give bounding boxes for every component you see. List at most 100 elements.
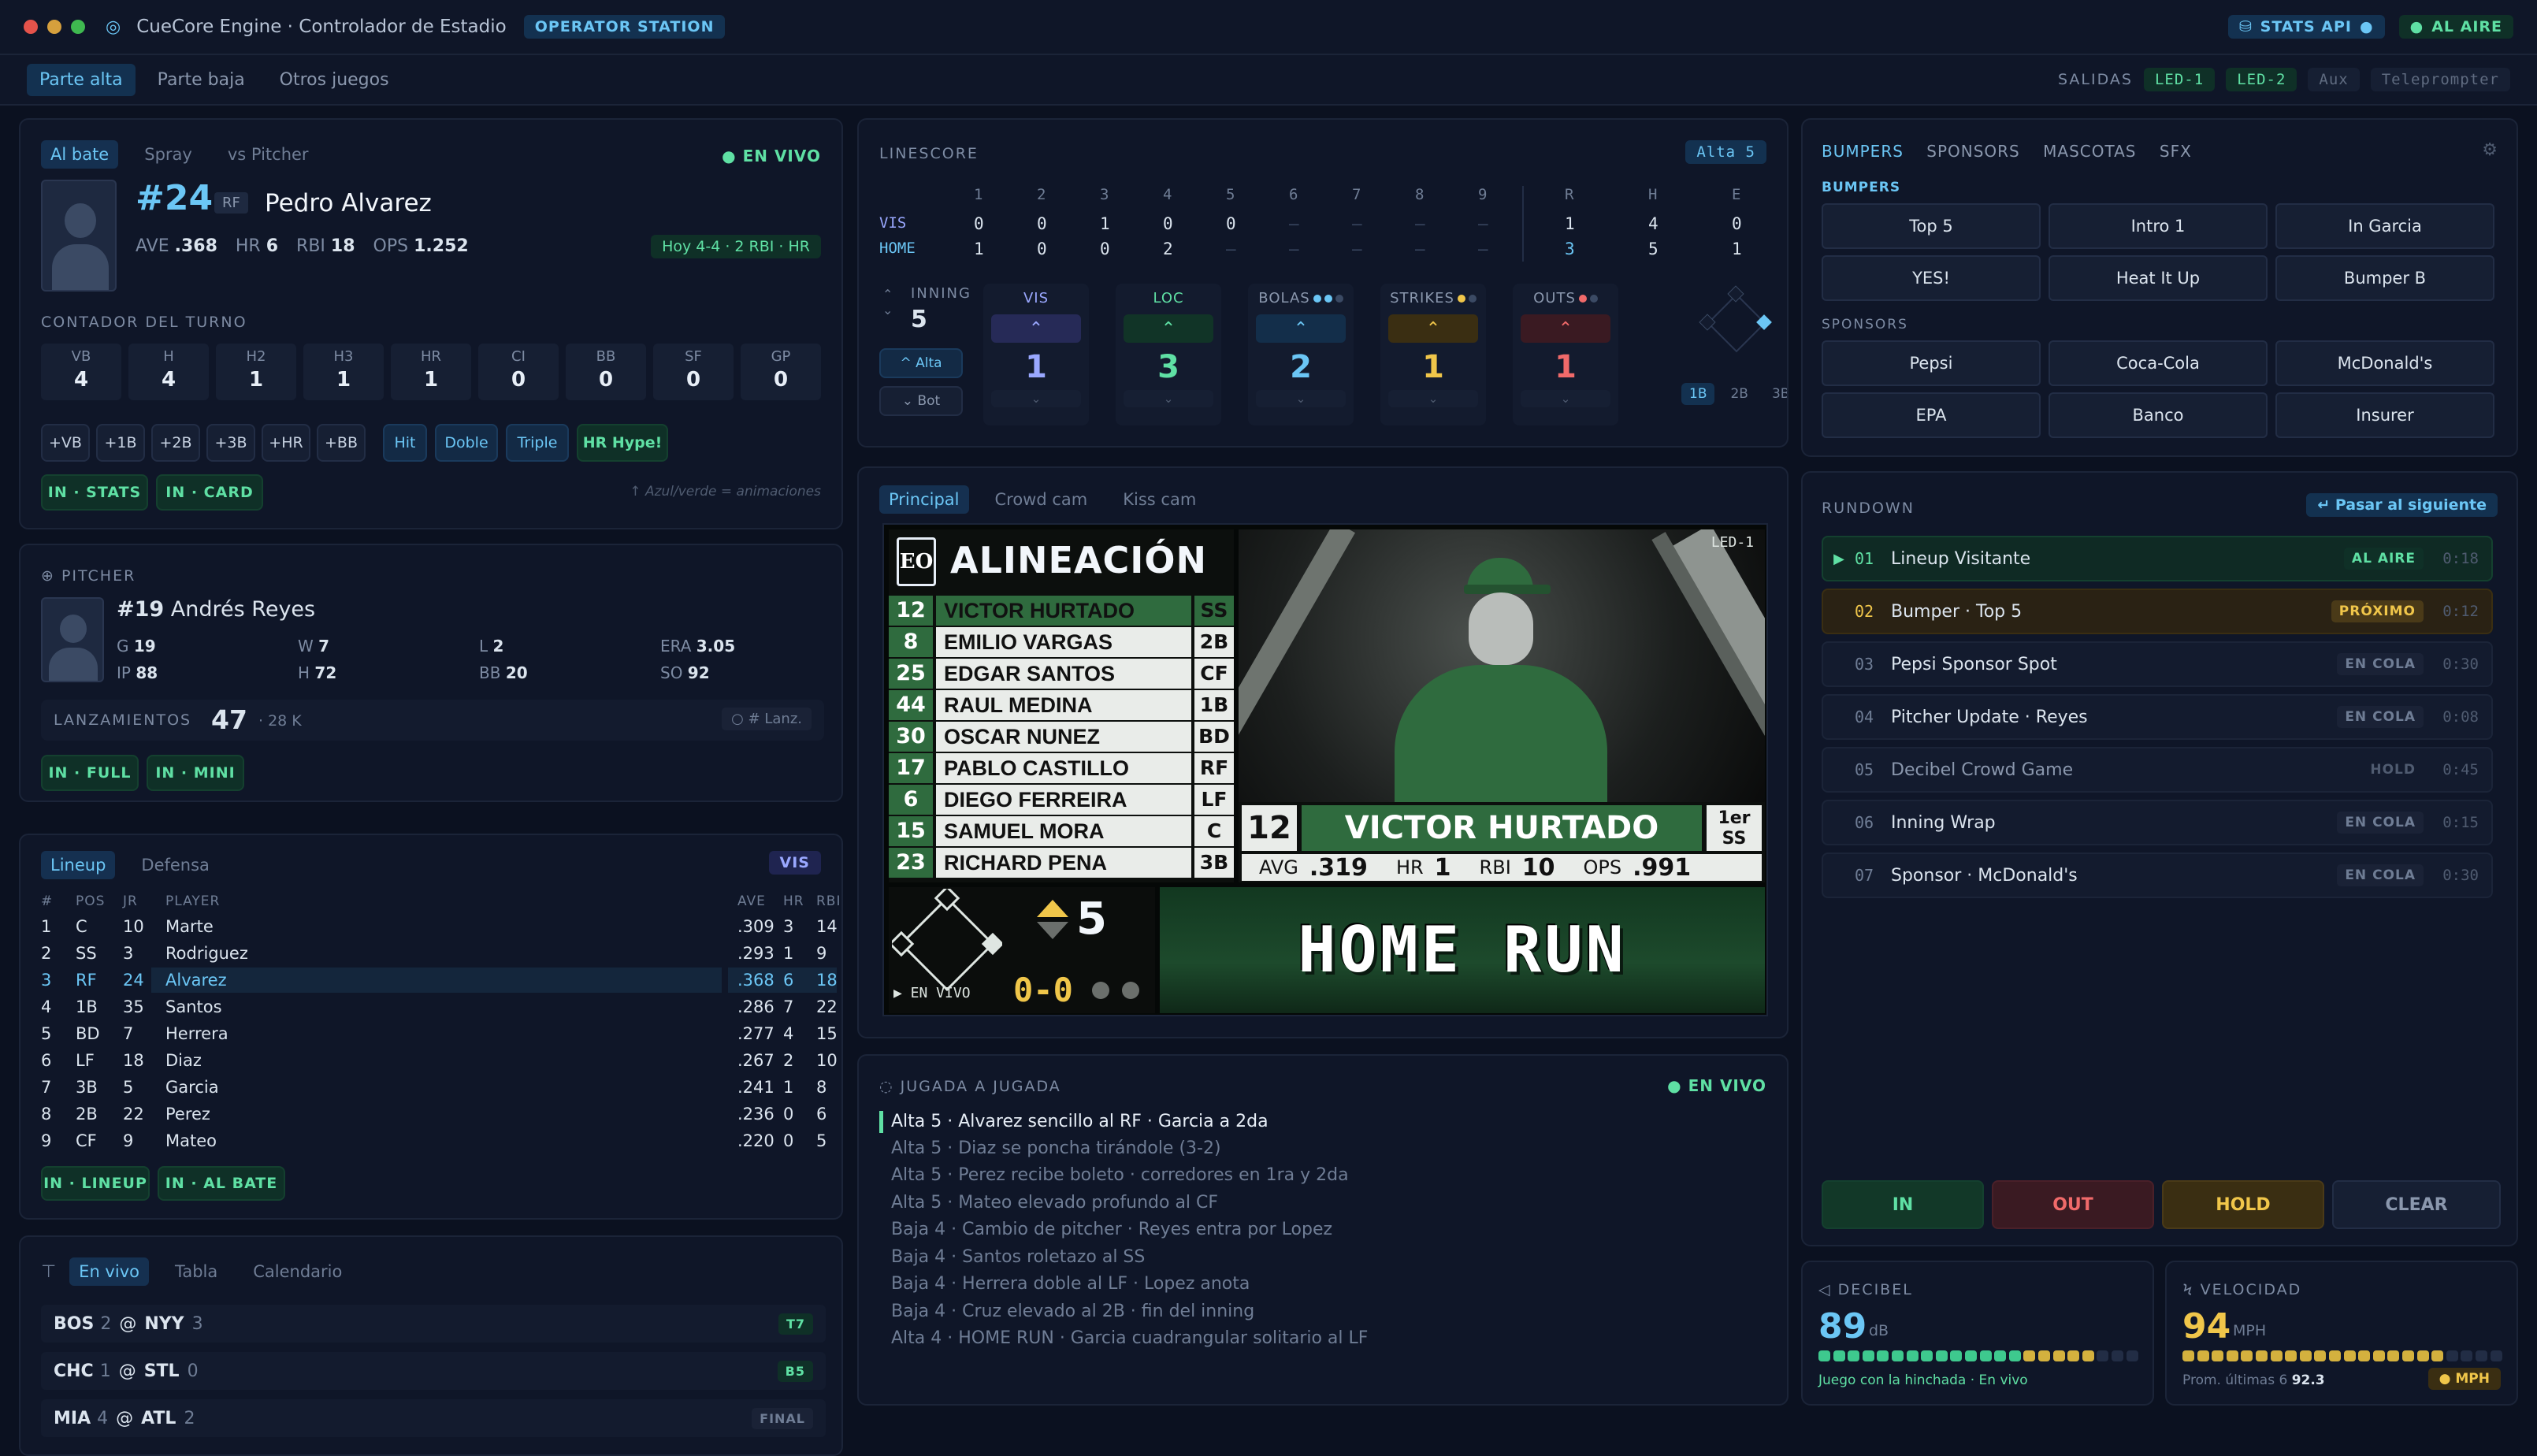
tab-lineup[interactable]: Lineup	[41, 851, 116, 879]
sponsor-epa[interactable]: EPA	[1822, 392, 2041, 438]
tab-calendario[interactable]: Calendario	[243, 1257, 351, 1286]
tab-en-vivo[interactable]: En vivo	[69, 1257, 149, 1286]
decrement-loc-button[interactable]: ⌄	[1124, 390, 1213, 407]
tab-otros-juegos[interactable]: Otros juegos	[267, 64, 402, 96]
rundown-item[interactable]: 06 Inning Wrap EN COLA 0:15	[1822, 800, 2493, 845]
increment-1b-button[interactable]: +1B	[96, 424, 145, 462]
in-al-bate-button[interactable]: IN · AL BATE	[158, 1166, 285, 1201]
output-teleprompter[interactable]: Teleprompter	[2370, 68, 2510, 91]
decrement-strikes-button[interactable]: ⌄	[1388, 390, 1478, 407]
sponsor-coca-cola[interactable]: Coca-Cola	[2049, 340, 2268, 386]
decrement-vis-button[interactable]: ⌄	[991, 390, 1081, 407]
sponsor-pepsi[interactable]: Pepsi	[1822, 340, 2041, 386]
rundown-item[interactable]: ▶ 01 Lineup Visitante AL AIRE 0:18	[1822, 536, 2493, 581]
base-1b-toggle[interactable]: 1B	[1681, 383, 1715, 405]
lineup-row[interactable]: 4 1B 35 Santos .286 7 22	[41, 994, 838, 1020]
game-row[interactable]: MIA 4 @ ATL 2 FINAL	[41, 1399, 826, 1437]
base-3b-toggle[interactable]: 3B	[1764, 383, 1787, 405]
close-window-icon[interactable]	[24, 20, 38, 34]
increment-loc-button[interactable]: ⌃	[1124, 314, 1213, 343]
lineup-row[interactable]: 5 BD 7 Herrera .277 4 15	[41, 1021, 838, 1046]
alta-button[interactable]: ^ Alta	[879, 348, 963, 378]
increment-outs-button[interactable]: ⌃	[1521, 314, 1610, 343]
in-lineup-button[interactable]: IN · LINEUP	[41, 1166, 150, 1201]
bumper-bumper-b[interactable]: Bumper B	[2275, 255, 2494, 301]
rundown-item[interactable]: 03 Pepsi Sponsor Spot EN COLA 0:30	[1822, 641, 2493, 687]
increment-vb-button[interactable]: +VB	[41, 424, 90, 462]
base-2b-toggle[interactable]: 2B	[1722, 383, 1755, 405]
rundown-item[interactable]: 04 Pitcher Update · Reyes EN COLA 0:08	[1822, 694, 2493, 740]
lineup-row[interactable]: 9 CF 9 Mateo .220 0 5	[41, 1128, 837, 1153]
minimize-window-icon[interactable]	[47, 20, 61, 34]
out-button[interactable]: OUT	[1992, 1180, 2154, 1229]
bumper-heat-it-up[interactable]: Heat It Up	[2049, 255, 2268, 301]
tab-defensa[interactable]: Defensa	[132, 851, 219, 879]
sponsor-banco[interactable]: Banco	[2049, 392, 2268, 438]
output-aux[interactable]: Aux	[2308, 68, 2360, 91]
decrement-bolas-button[interactable]: ⌄	[1256, 390, 1346, 407]
anim-doble-button[interactable]: Doble	[435, 424, 498, 462]
in-stats-button[interactable]: IN · STATS	[41, 474, 148, 511]
sponsor-insurer[interactable]: Insurer	[2275, 392, 2494, 438]
in-card-button[interactable]: IN · CARD	[156, 474, 263, 511]
rundown-item[interactable]: 05 Decibel Crowd Game HOLD 0:45	[1822, 747, 2493, 793]
bumper-in-garcia[interactable]: In Garcia	[2275, 203, 2494, 249]
clear-button[interactable]: CLEAR	[2332, 1180, 2501, 1229]
anim-triple-button[interactable]: Triple	[506, 424, 569, 462]
in-button[interactable]: IN	[1822, 1180, 1984, 1229]
tab-kiss-cam[interactable]: Kiss cam	[1113, 485, 1205, 514]
tab-principal[interactable]: Principal	[879, 485, 969, 514]
hold-button[interactable]: HOLD	[2162, 1180, 2324, 1229]
increment-bolas-button[interactable]: ⌃	[1256, 314, 1346, 343]
increment-vis-button[interactable]: ⌃	[991, 314, 1081, 343]
increment-2b-button[interactable]: +2B	[151, 424, 200, 462]
lineup-row[interactable]: 3 RF 24 Alvarez .368 6 18	[41, 968, 838, 993]
pitch-count-button[interactable]: ○ # Lanz.	[722, 708, 812, 730]
mph-badge[interactable]: ● MPH	[2427, 1368, 2501, 1390]
tab-parte-baja[interactable]: Parte baja	[145, 64, 258, 96]
increment-hr-button[interactable]: +HR	[262, 424, 310, 462]
bumper-top-5[interactable]: Top 5	[1822, 203, 2041, 249]
count-label-text: LOC	[1153, 290, 1184, 306]
sponsor-mcdonald-s[interactable]: McDonald's	[2275, 340, 2494, 386]
maximize-window-icon[interactable]	[71, 20, 85, 34]
tab-vs-pitcher[interactable]: vs Pitcher	[218, 140, 318, 169]
lineup-row[interactable]: 8 2B 22 Perez .236 0 6	[41, 1101, 837, 1127]
rundown-item[interactable]: 07 Sponsor · McDonald's EN COLA 0:30	[1822, 852, 2493, 898]
stats-api-status[interactable]: ⛁ STATS API ●	[2227, 15, 2385, 39]
game-row[interactable]: CHC 1 @ STL 0 B5	[41, 1352, 826, 1390]
tab-al-bate[interactable]: Al bate	[41, 140, 119, 169]
lineup-row[interactable]: 1 C 10 Marte .309 3 14	[41, 914, 838, 939]
next-item-button[interactable]: ↵ Pasar al siguiente	[2306, 493, 2498, 517]
tab-bumpers[interactable]: BUMPERS	[1822, 142, 1904, 161]
in-mini-button[interactable]: IN · MINI	[147, 755, 244, 791]
half-inning-badge[interactable]: Alta 5	[1685, 140, 1766, 164]
rundown-item[interactable]: 02 Bumper · Top 5 PRÓXIMO 0:12	[1822, 589, 2493, 634]
tab-sfx[interactable]: SFX	[2160, 142, 2192, 161]
bumper-yes-[interactable]: YES!	[1822, 255, 2041, 301]
game-row[interactable]: BOS 2 @ NYY 3 T7	[41, 1305, 826, 1343]
anim-hit-button[interactable]: Hit	[383, 424, 427, 462]
output-led2[interactable]: LED-2	[2226, 68, 2297, 91]
tab-mascotas[interactable]: MASCOTAS	[2043, 142, 2136, 161]
increment-3b-button[interactable]: +3B	[206, 424, 255, 462]
team-badge[interactable]: VIS	[768, 851, 821, 875]
tab-spray[interactable]: Spray	[135, 140, 202, 169]
tab-tabla[interactable]: Tabla	[165, 1257, 227, 1286]
settings-gear-icon[interactable]: ⚙	[2482, 140, 2498, 160]
increment-strikes-button[interactable]: ⌃	[1388, 314, 1478, 343]
anim-hrhype-button[interactable]: HR Hype!	[577, 424, 668, 462]
in-full-button[interactable]: IN · FULL	[41, 755, 139, 791]
increment-bb-button[interactable]: +BB	[317, 424, 366, 462]
tab-crowd-cam[interactable]: Crowd cam	[986, 485, 1098, 514]
bot-button[interactable]: ⌄ Bot	[879, 386, 963, 416]
decrement-outs-button[interactable]: ⌄	[1521, 390, 1610, 407]
lineup-row[interactable]: 6 LF 18 Diaz .267 2 10	[41, 1048, 838, 1073]
tab-sponsors[interactable]: SPONSORS	[1926, 142, 2020, 161]
bumper-intro-1[interactable]: Intro 1	[2049, 203, 2268, 249]
lineup-row[interactable]: 7 3B 5 Garcia .241 1 8	[41, 1075, 837, 1100]
inning-stepper-icon[interactable]: ⌃ ⌄	[882, 287, 893, 318]
tab-parte-alta[interactable]: Parte alta	[27, 63, 136, 96]
lineup-row[interactable]: 2 SS 3 Rodriguez .293 1 9	[41, 941, 837, 966]
output-led1[interactable]: LED-1	[2143, 68, 2216, 91]
